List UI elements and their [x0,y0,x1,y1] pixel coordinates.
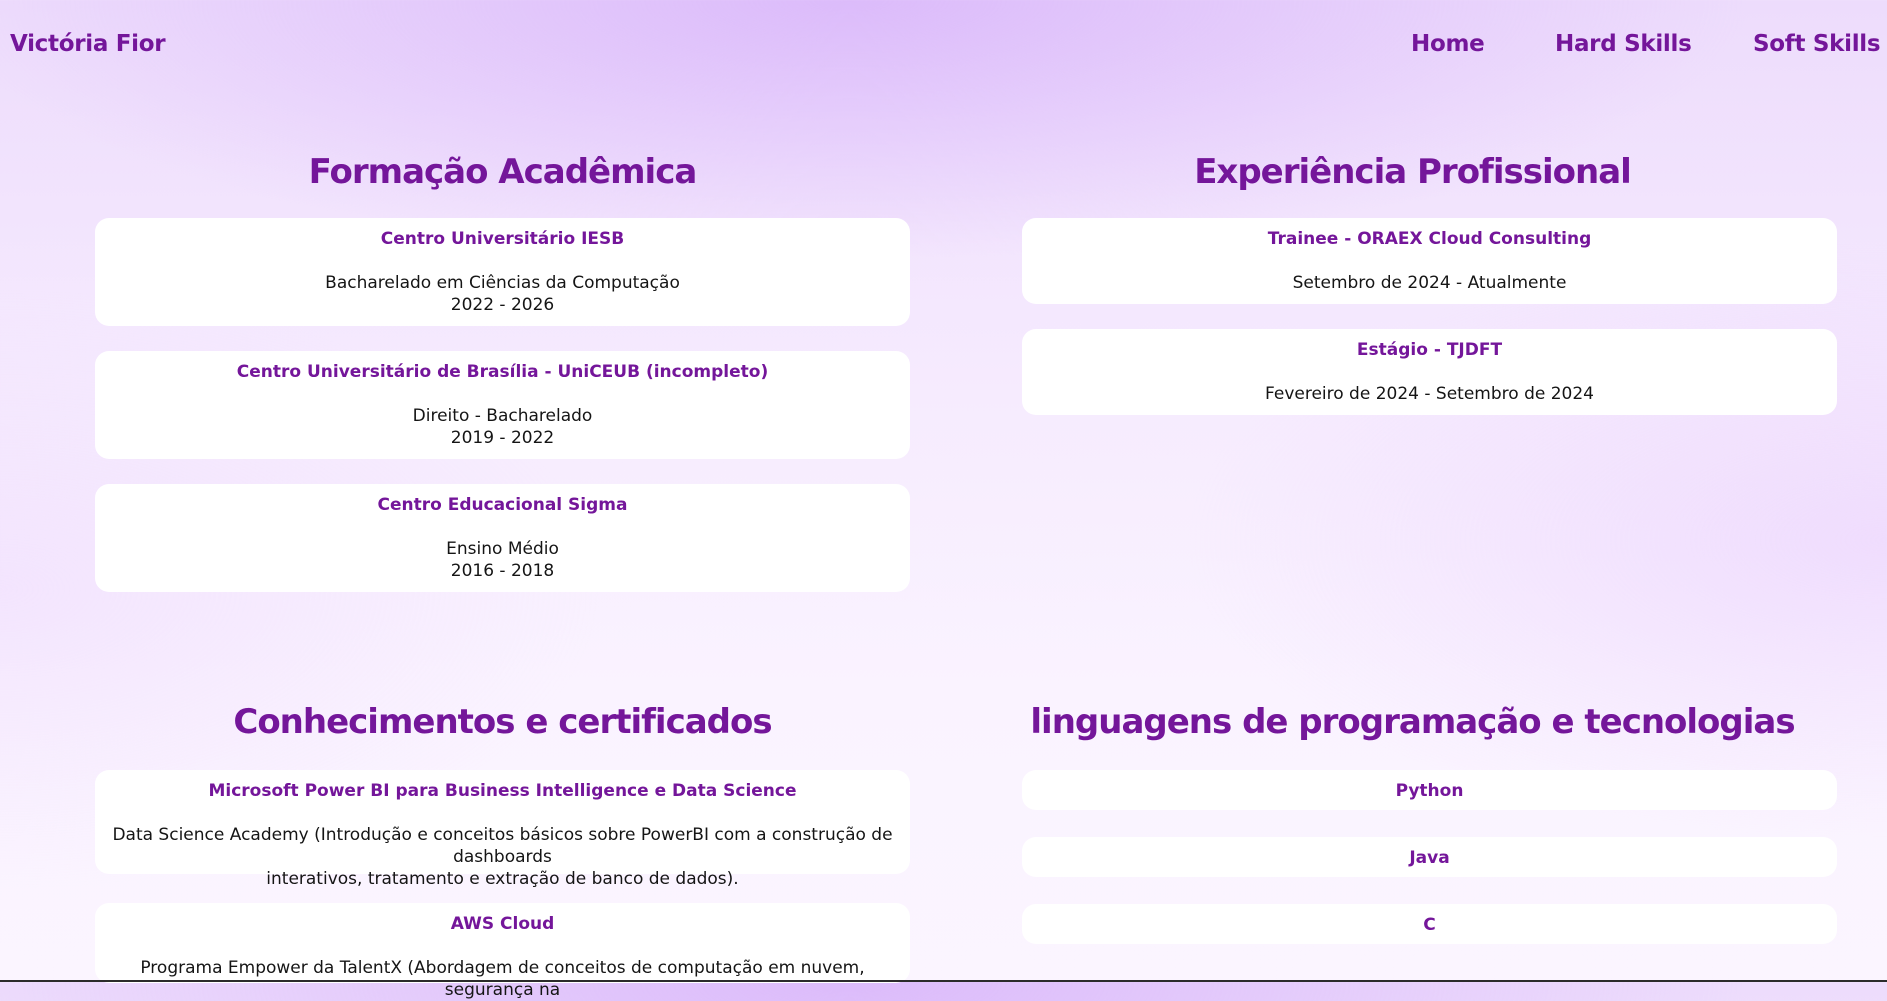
language-card: C [1022,904,1837,944]
education-card: Centro Universitário de Brasília - UniCE… [95,351,910,459]
certificate-description: Data Science Academy (Introdução e conce… [112,825,893,867]
education-card: Centro Educacional Sigma Ensino Médio 20… [95,484,910,592]
education-institution: Centro Universitário de Brasília - UniCE… [236,362,769,382]
language-name: C [1423,915,1436,935]
education-period: 2016 - 2018 [450,561,555,581]
certificate-description: interativos, tratamento e extração de ba… [266,869,739,889]
nav-home[interactable]: Home [1411,31,1485,57]
language-name: Java [1409,848,1450,868]
site-header: Victória Fior Home Hard Skills Soft Skil… [0,0,1887,90]
education-course: Direito - Bacharelado [412,406,593,426]
language-card: Java [1022,837,1837,877]
education-course: Ensino Médio [446,539,559,559]
nav-hard-skills[interactable]: Hard Skills [1555,31,1692,57]
certificate-description: Programa Empower da TalentX (Abordagem d… [140,958,865,1000]
experience-card: Estágio - TJDFT Fevereiro de 2024 - Sete… [1022,329,1837,415]
education-period: 2019 - 2022 [450,428,555,448]
certificates-title: Conhecimentos e certificados [233,702,772,742]
certificate-name: AWS Cloud [450,914,555,934]
education-course: Bacharelado em Ciências da Computação [325,273,680,293]
certificate-card: AWS Cloud Programa Empower da TalentX (A… [95,903,910,1000]
languages-title: linguagens de programação e tecnologias [1030,702,1795,742]
brand-link[interactable]: Victória Fior [10,31,166,57]
experience-period: Fevereiro de 2024 - Setembro de 2024 [1265,384,1594,404]
education-title: Formação Acadêmica [308,152,698,192]
certificate-name: Microsoft Power BI para Business Intelli… [208,781,797,801]
education-institution: Centro Educacional Sigma [377,495,628,515]
nav-soft-skills[interactable]: Soft Skills [1753,31,1881,57]
language-card: Python [1022,770,1837,810]
experience-role: Estágio - TJDFT [1356,340,1503,360]
experience-period: Setembro de 2024 - Atualmente [1292,273,1567,293]
experience-title: Experiência Profissional [1194,152,1632,192]
education-card: Centro Universitário IESB Bacharelado em… [95,218,910,326]
education-institution: Centro Universitário IESB [380,229,625,249]
experience-card: Trainee - ORAEX Cloud Consulting Setembr… [1022,218,1837,304]
experience-role: Trainee - ORAEX Cloud Consulting [1267,229,1592,249]
education-period: 2022 - 2026 [450,295,555,315]
language-name: Python [1395,781,1464,801]
certificate-card: Microsoft Power BI para Business Intelli… [95,770,910,889]
